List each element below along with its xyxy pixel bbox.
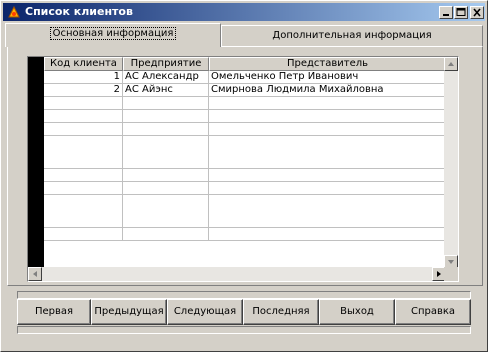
table-row[interactable] — [44, 97, 457, 110]
close-button[interactable] — [470, 6, 484, 19]
cell-representative[interactable]: Смирнова Людмила Михайловна — [209, 84, 457, 96]
table-row[interactable]: 2 АС Айэнс Смирнова Людмила Михайловна — [44, 84, 457, 97]
exit-button[interactable]: Выход — [319, 299, 395, 325]
table-row[interactable]: 1 АС Александр Омельченко Петр Иванович — [44, 71, 457, 84]
table-row[interactable] — [44, 195, 457, 228]
tab-strip: Основная информация Дополнительная инфор… — [1, 23, 488, 47]
table-row[interactable] — [44, 123, 457, 136]
vertical-scrollbar[interactable] — [444, 57, 458, 269]
tab-additional-info-label: Дополнительная информация — [272, 30, 432, 41]
top-separator-bar — [17, 291, 471, 299]
cell-representative[interactable]: Омельченко Петр Иванович — [209, 71, 457, 83]
cell-company[interactable]: АС Александр — [123, 71, 209, 83]
scroll-up-button[interactable] — [444, 57, 458, 71]
help-button[interactable]: Справка — [395, 299, 471, 325]
column-header-code[interactable]: Код клиента — [44, 57, 123, 71]
scrollbar-corner — [444, 267, 458, 281]
title-bar[interactable]: Список клиентов — [3, 3, 485, 21]
clients-grid[interactable]: Код клиента Предприятие Представитель 1 … — [27, 56, 459, 282]
close-icon — [473, 8, 481, 17]
table-row[interactable] — [44, 228, 457, 241]
horizontal-scrollbar[interactable] — [28, 267, 446, 281]
tab-additional-info[interactable]: Дополнительная информация — [221, 25, 483, 47]
arrow-up-icon — [448, 62, 454, 66]
app-icon — [8, 5, 20, 18]
grid-rows: 1 АС Александр Омельченко Петр Иванович … — [44, 71, 457, 241]
first-button[interactable]: Первая — [17, 299, 91, 325]
next-button[interactable]: Следующая — [167, 299, 243, 325]
row-indicator-column — [28, 57, 44, 269]
table-row[interactable] — [44, 136, 457, 169]
tab-main-info-label: Основная информация — [49, 27, 177, 40]
tab-main-info[interactable]: Основная информация — [5, 23, 221, 47]
maximize-icon — [456, 8, 466, 16]
maximize-button[interactable] — [454, 6, 468, 19]
window-title: Список клиентов — [25, 5, 133, 18]
table-row[interactable] — [44, 110, 457, 123]
minimize-icon — [443, 14, 449, 16]
arrow-left-icon — [33, 271, 37, 277]
client-list-window: Список клиентов Основная информация Допо… — [0, 0, 488, 352]
last-button[interactable]: Последняя — [243, 299, 319, 325]
bottom-separator-bar — [17, 326, 471, 334]
scroll-left-button[interactable] — [28, 267, 42, 281]
table-row[interactable] — [44, 169, 457, 182]
column-header-representative[interactable]: Представитель — [209, 57, 446, 71]
cell-company[interactable]: АС Айэнс — [123, 84, 209, 96]
table-row[interactable] — [44, 182, 457, 195]
cell-code[interactable]: 2 — [44, 84, 123, 96]
previous-button[interactable]: Предыдущая — [91, 299, 167, 325]
column-header-company[interactable]: Предприятие — [123, 57, 209, 71]
minimize-button[interactable] — [439, 6, 453, 19]
cell-code[interactable]: 1 — [44, 71, 123, 83]
